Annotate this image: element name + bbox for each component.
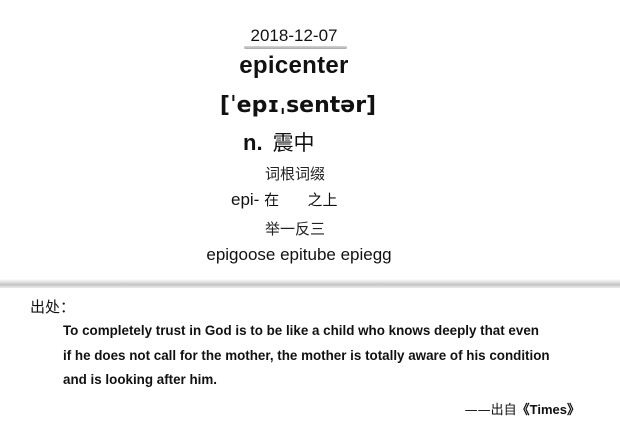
root-meaning-2: 之上	[307, 191, 338, 209]
source-quote: To completely trust in God is to be like…	[63, 319, 603, 393]
attribution-prefix: ——出自	[464, 403, 517, 418]
quote-line: To completely trust in God is to be like…	[63, 323, 539, 338]
source-attribution: ——出自《Times》	[465, 399, 580, 418]
example-words: epigoose epitube epiegg	[206, 245, 392, 264]
quote-line: if he does not call for the mother, the …	[63, 347, 550, 363]
root-prefix: epi-	[231, 190, 260, 209]
definition-meaning: 震中	[272, 131, 315, 155]
headword: epicenter	[239, 52, 349, 79]
source-label: 出处：	[30, 298, 76, 316]
root-affix-line: epi- 在 之上	[231, 189, 337, 210]
definition: n. 震中	[243, 127, 315, 157]
root-affix-heading: 词根词缀	[264, 165, 325, 183]
word-card: 2018-12-07 epicenter [ˈepɪˌsentər] n. 震中 …	[0, 0, 620, 286]
attribution-title: 《Times》	[516, 402, 580, 417]
examples-heading: 举一反三	[264, 220, 325, 238]
section-divider	[0, 279, 620, 288]
quote-line: and is looking after him.	[63, 372, 218, 387]
phonetic-transcription: [ˈepɪˌsentər]	[219, 93, 377, 118]
date-underline	[244, 46, 347, 49]
part-of-speech: n.	[243, 130, 263, 155]
entry-date: 2018-12-07	[250, 26, 338, 45]
root-meaning-1: 在	[264, 191, 280, 209]
